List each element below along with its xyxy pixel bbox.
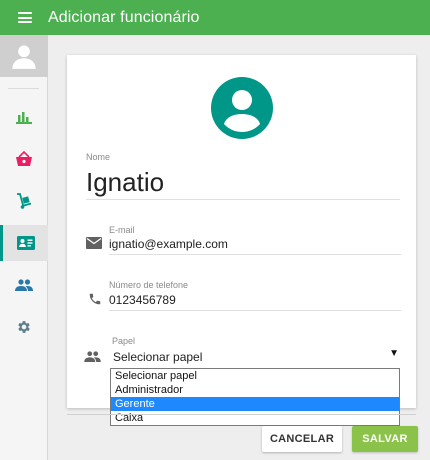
cancel-button[interactable]: CANCELAR	[262, 426, 342, 452]
person-icon	[12, 45, 36, 69]
save-button[interactable]: SALVAR	[352, 426, 418, 452]
gear-icon	[18, 321, 30, 333]
sidebar-item-reports[interactable]	[0, 99, 48, 135]
people-icon	[15, 279, 33, 291]
sidebar-item-settings[interactable]	[0, 309, 48, 345]
sidebar-divider	[8, 88, 39, 89]
role-option[interactable]: Administrador	[111, 383, 399, 397]
role-dropdown-list: Selecionar papel Administrador Gerente C…	[110, 368, 400, 426]
name-label: Nome	[86, 152, 111, 162]
name-underline	[86, 199, 400, 200]
footer-divider	[67, 414, 416, 415]
phone-field[interactable]: 0123456789	[109, 293, 176, 307]
bar-chart-icon	[16, 112, 32, 124]
sidebar-item-inventory[interactable]	[0, 183, 48, 219]
role-select-value: Selecionar papel	[113, 350, 203, 364]
app-bar: Adicionar funcionário	[0, 0, 430, 35]
account-circle-icon[interactable]	[211, 77, 273, 139]
role-option[interactable]: Selecionar papel	[111, 369, 399, 383]
role-select[interactable]: Selecionar papel ▼	[109, 348, 401, 366]
hand-truck-icon	[17, 193, 32, 209]
basket-icon	[16, 151, 32, 166]
email-field[interactable]: ignatio@example.com	[109, 237, 228, 251]
email-label: E-mail	[109, 225, 135, 235]
phone-icon	[89, 293, 101, 305]
employee-form-card: Nome Ignatio E-mail ignatio@example.com …	[67, 55, 416, 408]
sidebar	[0, 35, 48, 460]
dropdown-arrow-icon: ▼	[389, 348, 399, 359]
id-card-icon	[16, 236, 35, 250]
people-icon	[84, 351, 101, 362]
sidebar-item-employees[interactable]	[0, 225, 48, 261]
phone-label: Número de telefone	[109, 280, 189, 290]
page-title: Adicionar funcionário	[48, 8, 200, 26]
name-input[interactable]: Ignatio	[86, 167, 164, 198]
user-avatar[interactable]	[0, 35, 48, 77]
phone-underline	[109, 310, 401, 311]
sidebar-item-customers[interactable]	[0, 267, 48, 303]
menu-icon[interactable]	[18, 12, 32, 23]
mail-icon	[86, 237, 102, 249]
role-label: Papel	[112, 336, 136, 346]
sidebar-item-sales[interactable]	[0, 141, 48, 177]
role-option-highlighted[interactable]: Gerente	[111, 397, 399, 411]
email-underline	[109, 254, 401, 255]
